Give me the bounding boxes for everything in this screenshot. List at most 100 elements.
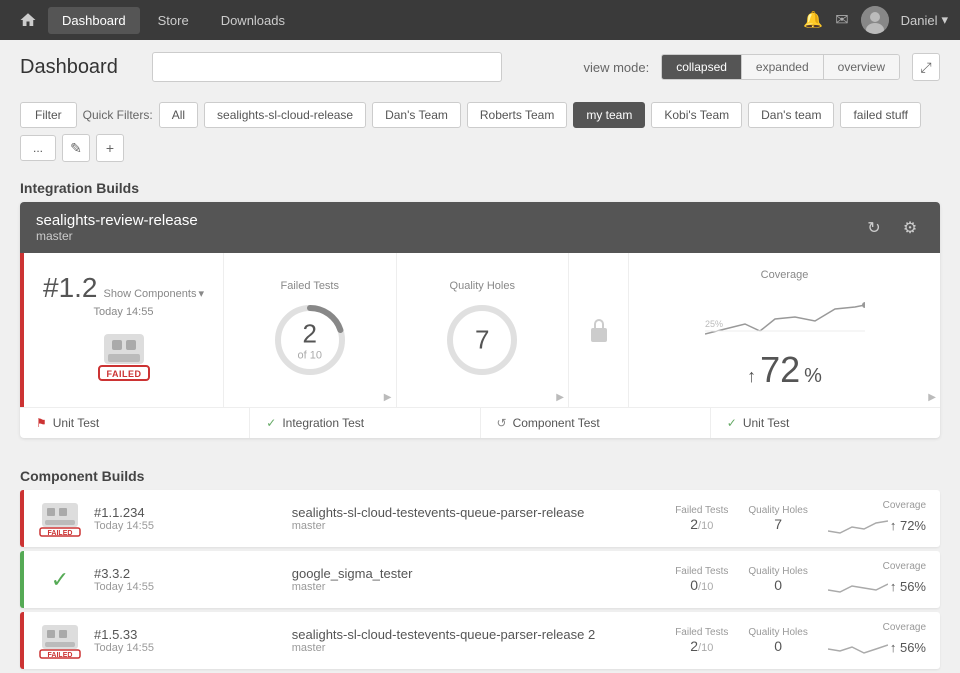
quick-filters-label: Quick Filters: — [83, 108, 153, 122]
build-time: Today 14:55 — [94, 306, 154, 318]
comp-branch-2: master — [292, 581, 663, 593]
expand-button[interactable]: ⤢ — [912, 53, 940, 81]
footer-unit-test2-label: Unit Test — [743, 416, 789, 430]
header-area: Dashboard view mode: collapsed expanded … — [0, 40, 960, 94]
flag-icon: ⚑ — [36, 416, 47, 430]
nav-tab-dashboard[interactable]: Dashboard — [48, 7, 140, 34]
component-row[interactable]: FAILED #1.1.234 Today 14:55 sealights-sl… — [20, 490, 940, 547]
filter-more[interactable]: ... — [20, 135, 56, 161]
filter-my-team[interactable]: my team — [573, 102, 645, 128]
notification-icon[interactable]: 🔔 — [803, 10, 823, 30]
view-mode-expanded[interactable]: expanded — [742, 55, 824, 79]
comp-failed-badge-1: FAILED — [38, 501, 82, 537]
spinner-icon: ↺ — [497, 416, 507, 430]
quality-holes-expand[interactable]: ▶ — [556, 392, 564, 403]
coverage-label: Coverage — [761, 269, 809, 281]
mail-icon[interactable]: ✉ — [835, 10, 848, 30]
quality-holes-label: Quality Holes — [450, 280, 515, 292]
nav-tab-downloads[interactable]: Downloads — [207, 7, 299, 34]
filter-failed-stuff[interactable]: failed stuff — [840, 102, 920, 128]
comp-name-1: sealights-sl-cloud-testevents-queue-pars… — [292, 505, 663, 520]
integration-builds-title: Integration Builds — [0, 170, 960, 202]
filter-dan-team[interactable]: Dan's Team — [372, 102, 461, 128]
view-mode-overview[interactable]: overview — [824, 55, 899, 79]
comp-build-num-3: #1.5.33 — [94, 627, 280, 642]
svg-text:FAILED: FAILED — [106, 369, 141, 379]
svg-text:25%: 25% — [705, 319, 723, 329]
nav-right: 🔔 ✉ Daniel ▾ — [803, 6, 948, 34]
coverage-value: ↑ 72 % — [747, 349, 822, 391]
nav-tab-store[interactable]: Store — [144, 7, 203, 34]
failed-badge: FAILED — [84, 326, 164, 389]
success-check-icon: ✓ — [51, 567, 69, 593]
top-nav: Dashboard Store Downloads 🔔 ✉ Daniel ▾ — [0, 0, 960, 40]
comp-failed-badge-3: FAILED — [38, 623, 82, 659]
build-card-settings-icon[interactable]: ⚙ — [896, 214, 924, 242]
lock-section — [569, 253, 629, 407]
quality-holes-value: 7 — [475, 325, 489, 356]
view-mode-label: view mode: — [583, 60, 649, 75]
failed-tests-chart: 2 of 10 — [270, 300, 350, 380]
comp-name-2: google_sigma_tester — [292, 566, 663, 581]
svg-text:FAILED: FAILED — [48, 652, 73, 659]
component-row[interactable]: ✓ #3.3.2 Today 14:55 google_sigma_tester… — [20, 551, 940, 608]
filter-area: Filter Quick Filters: All sealights-sl-c… — [0, 94, 960, 170]
user-menu[interactable]: Daniel ▾ — [901, 12, 948, 28]
search-input[interactable] — [163, 60, 491, 75]
component-builds-list: FAILED #1.1.234 Today 14:55 sealights-sl… — [20, 490, 940, 669]
failed-tests-value: 2 of 10 — [298, 319, 322, 362]
comp-sparkline-2 — [828, 574, 888, 598]
search-box[interactable] — [152, 52, 502, 82]
filter-all[interactable]: All — [159, 102, 198, 128]
comp-coverage-3: Coverage ↑ 56% — [828, 622, 926, 659]
comp-name-area-2: google_sigma_tester master — [292, 566, 663, 593]
comp-name-3: sealights-sl-cloud-testevents-queue-pars… — [292, 627, 663, 642]
build-number: #1.2 — [43, 272, 98, 304]
footer-component-test-label: Component Test — [513, 416, 600, 430]
avatar — [861, 6, 889, 34]
comp-quality-holes-1: Quality Holes 7 — [748, 505, 807, 532]
comp-failed-tests-2: Failed Tests 0/10 — [675, 566, 728, 593]
component-builds-title: Component Builds — [0, 458, 960, 490]
coverage-expand[interactable]: ▶ — [928, 392, 936, 403]
footer-component-test: ↺ Component Test — [481, 408, 711, 438]
comp-name-area-3: sealights-sl-cloud-testevents-queue-pars… — [292, 627, 663, 654]
comp-coverage-1: Coverage ↑ 72% — [828, 500, 926, 537]
quality-holes-chart: 7 — [442, 300, 522, 380]
comp-info-3: #1.5.33 Today 14:55 — [94, 627, 280, 654]
comp-coverage-2: Coverage ↑ 56% — [828, 561, 926, 598]
failed-tests-label: Failed Tests — [281, 280, 340, 292]
footer-unit-test: ⚑ Unit Test — [20, 408, 250, 438]
comp-build-num-2: #3.3.2 — [94, 566, 280, 581]
build-card-subtitle: master — [36, 229, 198, 243]
check-icon-2: ✓ — [727, 416, 737, 430]
build-card-refresh-icon[interactable]: ↻ — [860, 214, 888, 242]
comp-info-1: #1.1.234 Today 14:55 — [94, 505, 280, 532]
view-mode-collapsed[interactable]: collapsed — [662, 55, 742, 79]
filter-roberts-team[interactable]: Roberts Team — [467, 102, 567, 128]
filter-button[interactable]: Filter — [20, 102, 77, 128]
home-icon[interactable] — [12, 4, 44, 36]
filter-add-button[interactable]: + — [96, 134, 124, 162]
failed-tests-expand[interactable]: ▶ — [384, 392, 392, 403]
comp-stats-3: Failed Tests 2/10 Quality Holes 0 Covera… — [675, 622, 926, 659]
comp-quality-holes-3: Quality Holes 0 — [748, 627, 807, 654]
filter-sl-cloud[interactable]: sealights-sl-cloud-release — [204, 102, 366, 128]
view-mode-group: collapsed expanded overview — [661, 54, 900, 80]
filter-dan-team2[interactable]: Dan's team — [748, 102, 834, 128]
page-title: Dashboard — [20, 56, 140, 79]
filter-kobi-team[interactable]: Kobi's Team — [651, 102, 742, 128]
integration-build-card: sealights-review-release master ↻ ⚙ #1.2… — [20, 202, 940, 438]
comp-name-area-1: sealights-sl-cloud-testevents-queue-pars… — [292, 505, 663, 532]
comp-build-time-1: Today 14:55 — [94, 520, 280, 532]
build-card-body: #1.2 Show Components ▾ Today 14:55 FAILE… — [20, 253, 940, 407]
show-components[interactable]: Show Components ▾ — [104, 287, 204, 300]
comp-branch-1: master — [292, 520, 663, 532]
filter-edit-button[interactable]: ✎ — [62, 134, 90, 162]
comp-build-time-3: Today 14:55 — [94, 642, 280, 654]
comp-info-2: #3.3.2 Today 14:55 — [94, 566, 280, 593]
comp-quality-holes-2: Quality Holes 0 — [748, 566, 807, 593]
svg-text:FAILED: FAILED — [48, 530, 73, 537]
component-row[interactable]: FAILED #1.5.33 Today 14:55 sealights-sl-… — [20, 612, 940, 669]
coverage-stat: Coverage 25% ↑ 72 % ▶ — [629, 253, 940, 407]
